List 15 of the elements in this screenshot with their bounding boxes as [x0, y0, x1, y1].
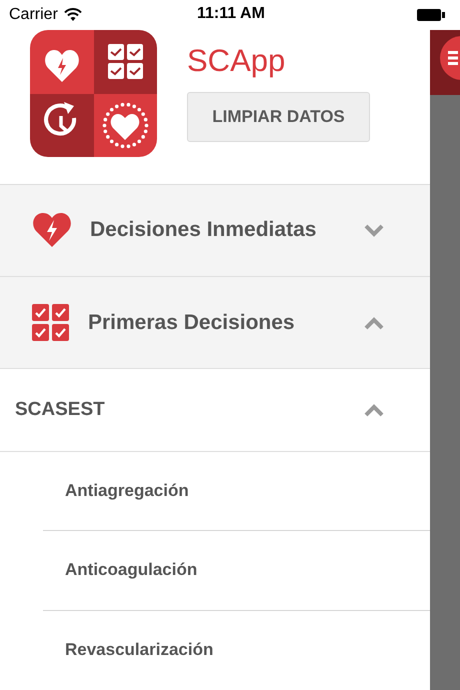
menu-section[interactable]: Primeras Decisiones	[0, 276, 430, 370]
app-title: SCApp	[187, 42, 286, 79]
chevron-up-icon	[363, 316, 385, 330]
chevron-up-icon	[363, 403, 385, 418]
heart-bolt-icon	[32, 212, 72, 248]
battery-icon	[416, 8, 446, 22]
checklist-icon	[32, 304, 70, 342]
menu-section[interactable]: Decisiones Inmediatas	[0, 184, 430, 277]
chevron-down-icon	[363, 223, 385, 238]
carrier-label: Carrier	[9, 6, 58, 24]
submenu-item[interactable]: Revascularización	[43, 610, 430, 690]
clear-data-button[interactable]: LIMPIAR DATOS	[187, 92, 370, 142]
menu-icon	[448, 51, 458, 65]
wifi-icon	[64, 8, 82, 22]
status-time: 11:11 AM	[197, 5, 265, 23]
